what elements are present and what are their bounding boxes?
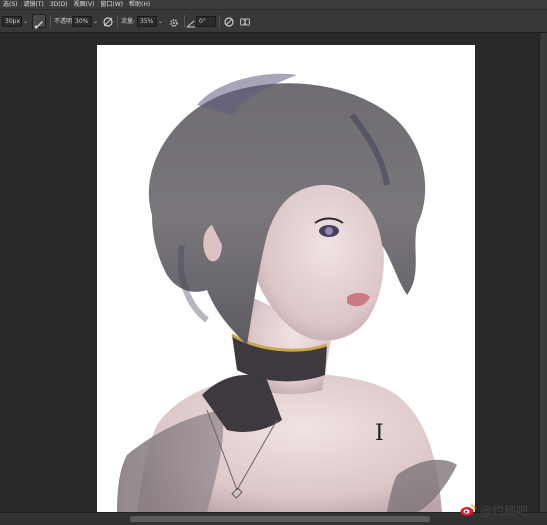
brush-size-field[interactable]: 30px	[2, 16, 22, 27]
menu-item-filter[interactable]: 滤镜(T)	[21, 0, 47, 9]
butterfly-icon[interactable]	[238, 14, 252, 28]
menu-item-help[interactable]: 帮助(H)	[126, 0, 153, 9]
watermark: @约稿吧	[460, 501, 528, 519]
gear-icon[interactable]	[168, 14, 182, 28]
flow-field[interactable]: 35%	[137, 16, 157, 27]
brush-panel-icon[interactable]	[32, 14, 46, 29]
chevron-down-icon[interactable]: ⌄	[23, 16, 28, 27]
document-canvas[interactable]: I	[97, 45, 475, 512]
pressure-opacity-icon[interactable]	[101, 14, 115, 28]
chevron-down-icon[interactable]: ⌄	[158, 16, 163, 27]
menu-item-3d[interactable]: 3D(D)	[47, 0, 71, 9]
menu-item-select[interactable]: 选(S)	[0, 0, 21, 9]
portrait-artwork: I	[117, 73, 457, 512]
pressure-size-icon[interactable]	[222, 14, 236, 28]
separator	[117, 15, 118, 28]
opacity-field[interactable]: 30%	[72, 16, 92, 27]
chevron-down-icon[interactable]: ⌄	[93, 16, 98, 27]
menu-bar: 选(S) 滤镜(T) 3D(D) 视图(V) 窗口(W) 帮助(H)	[0, 0, 547, 9]
options-bar: 30px ⌄ 不透明度: 30% ⌄ 流量: 35% ⌄ 0°	[0, 9, 547, 33]
svg-text:I: I	[375, 421, 384, 446]
watermark-text: @约稿吧	[480, 503, 529, 518]
separator	[219, 15, 220, 28]
flow-label: 流量:	[121, 18, 136, 25]
menu-item-window[interactable]: 窗口(W)	[97, 0, 126, 9]
scrollbar-thumb[interactable]	[130, 516, 430, 522]
separator	[50, 15, 51, 28]
angle-field[interactable]: 0°	[196, 16, 216, 27]
weibo-icon	[460, 504, 476, 516]
menu-item-view[interactable]: 视图(V)	[71, 0, 98, 9]
panel-edge	[539, 33, 547, 512]
